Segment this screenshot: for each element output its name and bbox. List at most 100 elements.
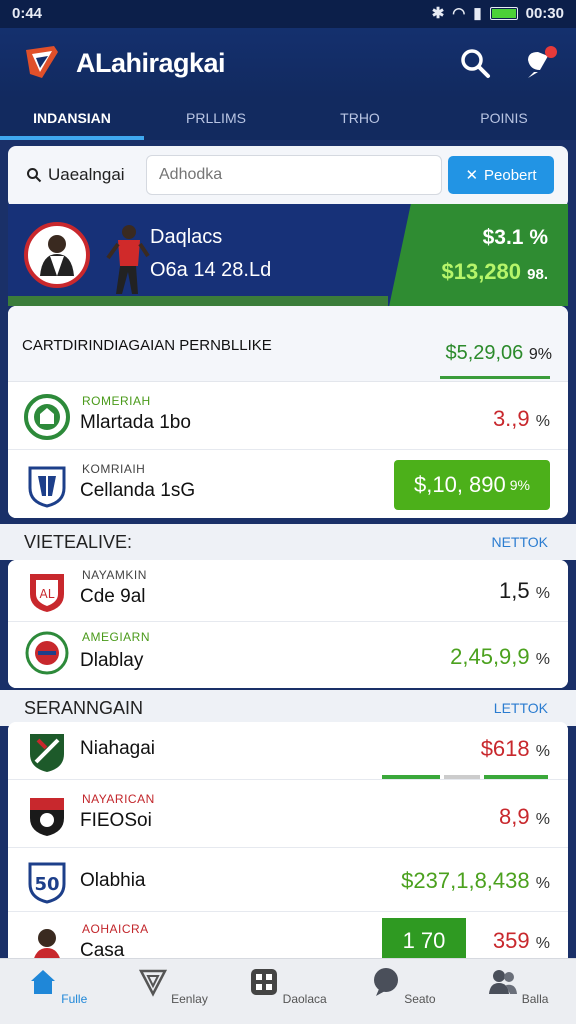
- list-item[interactable]: AMEGIARN Dlablay 2,45,9,9 %: [8, 622, 568, 688]
- list-item-value-suffix: %: [535, 875, 550, 892]
- battery-icon: [489, 6, 518, 20]
- list-item-name: Dlablay: [80, 650, 144, 671]
- nav-label: Balla: [521, 992, 549, 1006]
- team-crest-icon: 50: [28, 862, 66, 904]
- section-3-title: SERANNGAIN: [24, 698, 144, 718]
- list-item-value: $618 %: [481, 736, 550, 762]
- section-2-link[interactable]: NETTOK: [491, 534, 548, 550]
- list-item-tag: ROMERIAH: [82, 394, 151, 408]
- list-item-value-amount: $618: [480, 736, 530, 761]
- section-1-value: $5,29,06 9%: [445, 342, 552, 365]
- search-icon: [27, 168, 42, 183]
- tab-indansian[interactable]: INDANSIAN: [0, 98, 144, 140]
- list-item-value-amount: $,10, 890: [414, 472, 506, 497]
- row-indicator: [444, 775, 480, 779]
- nav-item-seato[interactable]: Seato: [346, 959, 461, 1024]
- home-icon: [30, 970, 55, 994]
- list-item[interactable]: KOMRIAIH Cellanda 1sG $,10, 890 9%: [8, 450, 568, 518]
- row-indicator: [382, 775, 440, 779]
- list-item-value-amount: $237,1,8,438: [401, 868, 530, 893]
- nav-item-daolaca[interactable]: Daolaca: [230, 959, 345, 1024]
- people-icon: [489, 970, 518, 994]
- nav-item-eenlay[interactable]: Eenlay: [115, 959, 230, 1024]
- list-item-value: 2,45,9,9 %: [450, 644, 550, 670]
- search-icon[interactable]: [458, 46, 492, 80]
- list-item-tag: NAYAMKIN: [82, 568, 147, 582]
- team-crest-icon: [30, 798, 64, 836]
- banner-value-suffix: 98.: [527, 266, 548, 283]
- list-item-value-suffix: %: [535, 413, 550, 430]
- list-item-value-amount: 2,45,9,9: [450, 644, 530, 669]
- nav-item-fulle[interactable]: Fulle: [0, 959, 115, 1024]
- section-1-value-amount: $5,29,06: [445, 342, 524, 364]
- player-figure: [106, 225, 150, 294]
- list-item[interactable]: NAYARICAN FIEOSoi 8,9 %: [8, 780, 568, 848]
- section-1-value-suffix: 9%: [528, 346, 552, 363]
- list-item-name: Cellanda 1sG: [80, 480, 196, 501]
- featured-banner[interactable]: Daqlacs O6a 14 28.Ld $3.1 % $13,280 98.: [8, 204, 568, 306]
- list-item[interactable]: ROMERIAH Mlartada 1bo 3.,9 %: [8, 382, 568, 450]
- list-item-value: 359 %: [493, 928, 550, 954]
- tab-poinis[interactable]: POINIS: [432, 98, 576, 140]
- wifi-icon: ◠: [452, 5, 466, 22]
- team-crest-icon: [25, 631, 69, 675]
- list-item-value-suffix: %: [535, 743, 550, 760]
- search-button[interactable]: ✕ Peobert: [448, 156, 554, 194]
- banner-name: Daqlacs: [150, 226, 223, 248]
- list-item[interactable]: Niahagai $618 %: [8, 722, 568, 780]
- nav-label: Daolaca: [282, 992, 327, 1006]
- list-item-value: 3.,9 %: [493, 406, 550, 432]
- banner-value-amount: $13,280: [441, 259, 522, 284]
- section-1-header: CARTDIRINDIAGAIAN PERNBLLIKE $5,29,06 9%: [8, 306, 568, 382]
- app-title: ALahiragkai: [76, 48, 226, 78]
- section-3-header: SERANNGAIN LETTOK: [0, 690, 576, 726]
- svg-text:AL: AL: [40, 587, 55, 601]
- list-item-value-suffix: 9%: [509, 477, 530, 493]
- list-item-value: $237,1,8,438 %: [401, 868, 550, 894]
- tab-prllims[interactable]: PRLLIMS: [144, 98, 288, 140]
- list-item-name: Niahagai: [80, 738, 155, 759]
- search-label-text: Uaealngai: [48, 165, 125, 184]
- list-item[interactable]: AOHAICRA Casa 1 70 359 %: [8, 912, 568, 964]
- section-2-card: AL NAYAMKIN Cde 9al 1,5 % AMEGIARN Dlabl…: [8, 560, 568, 688]
- list-item-value-suffix: %: [535, 585, 550, 602]
- section-1-card: CARTDIRINDIAGAIAN PERNBLLIKE $5,29,06 9%…: [8, 306, 568, 518]
- status-clock: 00:30: [525, 4, 564, 22]
- list-item-value-amount: 3.,9: [492, 406, 530, 431]
- list-item[interactable]: 50 Olabhia $237,1,8,438 %: [8, 848, 568, 912]
- nav-label: Seato: [404, 992, 436, 1006]
- section-2-title: VIETEALIVE:: [24, 532, 133, 552]
- list-item-name: Mlartada 1bo: [80, 412, 191, 433]
- team-crest-icon: AL: [30, 574, 64, 612]
- nav-item-balla[interactable]: Balla: [461, 959, 576, 1024]
- nav-label: Fulle: [61, 992, 88, 1006]
- search-button-label: Peobert: [484, 166, 537, 184]
- banner-value: $13,280 98.: [441, 259, 548, 285]
- search-input[interactable]: [146, 155, 442, 195]
- list-item-value-suffix: %: [535, 811, 550, 828]
- list-item-value-amount: 359: [492, 928, 530, 953]
- list-item-value-amount: 1,5: [499, 578, 530, 603]
- banner-subtitle: O6a 14 28.Ld: [150, 259, 272, 281]
- list-item-value: 8,9 %: [499, 804, 550, 830]
- list-item-name: Cde 9al: [80, 586, 146, 607]
- section-2-header: VIETEALIVE: NETTOK: [0, 524, 576, 560]
- list-item-tag: AOHAICRA: [82, 922, 149, 936]
- search-label: Uaealngai: [26, 165, 125, 185]
- notification-icon[interactable]: [520, 42, 560, 82]
- status-time: 0:44: [12, 5, 43, 22]
- section-1-underline: [440, 376, 550, 379]
- list-item-value-pill: $,10, 890 9%: [394, 460, 550, 510]
- list-item[interactable]: AL NAYAMKIN Cde 9al 1,5 %: [8, 560, 568, 622]
- svg-text:50: 50: [34, 874, 59, 895]
- nav-label: Eenlay: [171, 992, 208, 1006]
- section-3-link[interactable]: LETTOK: [494, 700, 548, 716]
- tab-trho[interactable]: TRHO: [288, 98, 432, 140]
- app-logo-icon: [26, 46, 58, 78]
- search-panel: Uaealngai ✕ Peobert: [8, 146, 568, 208]
- shield-icon: [138, 969, 167, 997]
- list-item-tag: AMEGIARN: [82, 630, 151, 644]
- close-icon: ✕: [465, 167, 479, 184]
- row-indicator: [484, 775, 548, 779]
- app-bar: ALahiragkai: [0, 28, 576, 98]
